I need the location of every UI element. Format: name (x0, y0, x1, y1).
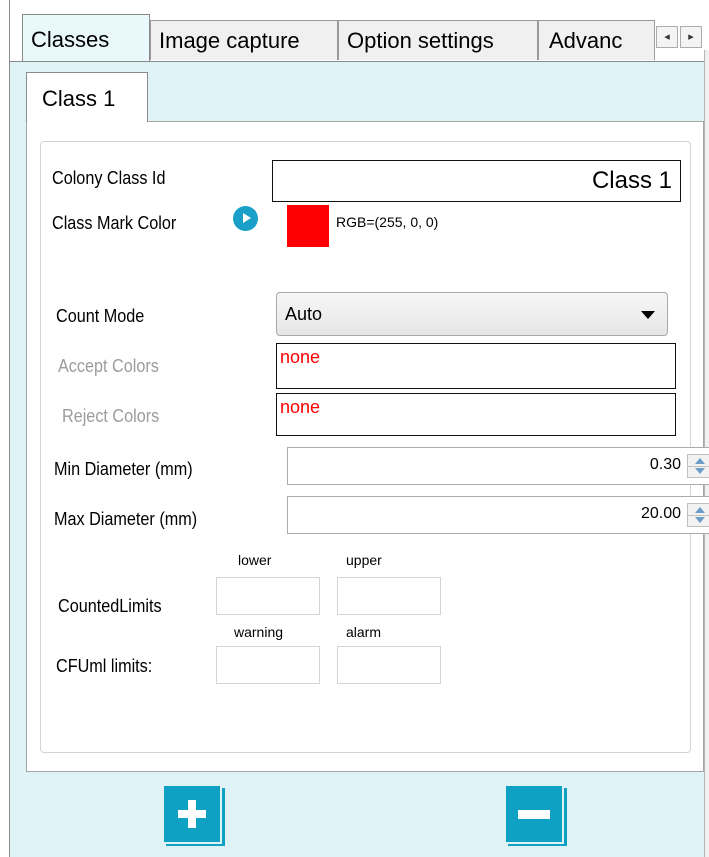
colony-class-id-label: Colony Class Id (52, 168, 166, 188)
window-left-edge (0, 0, 10, 857)
warning-limit-caption: warning (234, 624, 284, 640)
chevron-down-icon (641, 311, 655, 319)
max-diameter-spin-icon[interactable] (687, 503, 709, 527)
tab-advanced[interactable]: Advanc (538, 20, 655, 60)
rgb-value-text: RGB=(255, 0, 0) (336, 214, 439, 230)
max-diameter-stepper[interactable]: 20.00 (287, 496, 709, 534)
count-mode-label: Count Mode (56, 306, 145, 326)
play-icon[interactable] (233, 206, 258, 231)
accept-colors-label: Accept Colors (58, 356, 159, 376)
remove-class-button[interactable] (506, 786, 568, 846)
max-diameter-label: Max Diameter (mm) (54, 509, 198, 529)
tab-image-capture[interactable]: Image capture (150, 20, 338, 60)
tab-classes[interactable]: Classes (22, 14, 150, 62)
add-class-button[interactable] (164, 786, 226, 846)
counted-limits-label: CountedLimits (58, 596, 162, 616)
class-color-swatch[interactable] (287, 205, 329, 247)
min-diameter-stepper[interactable]: 0.30 (287, 447, 709, 485)
count-mode-value: Auto (285, 304, 323, 324)
tab-scroll-left-icon[interactable]: ◂ (656, 26, 678, 48)
cfuml-limits-label: CFUml limits: (56, 656, 153, 676)
min-diameter-value: 0.30 (649, 456, 681, 473)
tab-class-1[interactable]: Class 1 (26, 72, 148, 122)
cfuml-warning-input[interactable] (216, 646, 320, 684)
max-diameter-value: 20.00 (640, 505, 681, 522)
min-diameter-spin-icon[interactable] (687, 454, 709, 478)
min-diameter-label: Min Diameter (mm) (54, 459, 193, 479)
tab-option-settings[interactable]: Option settings (338, 20, 538, 60)
lower-limit-caption: lower (238, 552, 272, 568)
tab-scroll-right-icon[interactable]: ▸ (680, 26, 702, 48)
accept-colors-field[interactable]: none (276, 343, 676, 389)
plus-icon (164, 786, 220, 842)
alarm-limit-caption: alarm (346, 624, 382, 640)
reject-colors-field[interactable]: none (276, 393, 676, 436)
upper-limit-caption: upper (346, 552, 382, 568)
main-tab-strip: Classes Image capture Option settings Ad… (10, 0, 709, 62)
colony-class-id-input[interactable]: Class 1 (272, 160, 681, 202)
counted-upper-input[interactable] (337, 577, 441, 615)
counted-lower-input[interactable] (216, 577, 320, 615)
reject-colors-label: Reject Colors (62, 406, 160, 426)
minus-icon (506, 786, 562, 842)
class-mark-color-label: Class Mark Color (52, 213, 177, 233)
cfuml-alarm-input[interactable] (337, 646, 441, 684)
count-mode-dropdown[interactable]: Auto (276, 292, 668, 336)
